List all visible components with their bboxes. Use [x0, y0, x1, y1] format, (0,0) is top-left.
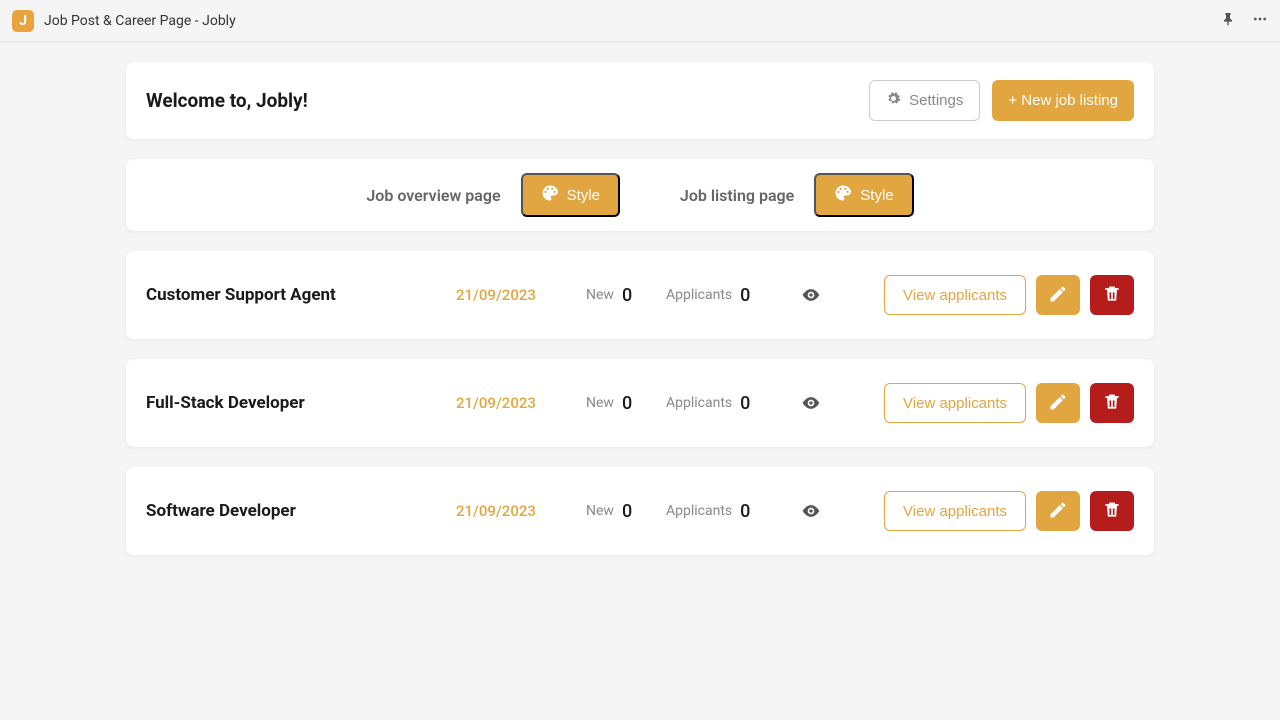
palette-icon: [834, 184, 852, 206]
trash-icon: [1102, 284, 1122, 307]
settings-label: Settings: [909, 92, 963, 109]
visibility-icon[interactable]: [786, 393, 836, 413]
job-row: Software Developer21/09/2023New0Applican…: [126, 467, 1154, 555]
gear-icon: [886, 91, 901, 110]
window-topbar: J Job Post & Career Page - Jobly: [0, 0, 1280, 42]
tabs-card: Job overview page Style Job listing page…: [126, 159, 1154, 231]
job-new-stat: New 0: [586, 501, 666, 522]
stat-new-label: New: [586, 503, 614, 519]
tab-listing-label[interactable]: Job listing page: [680, 186, 794, 205]
edit-button[interactable]: [1036, 275, 1080, 315]
stat-new-value: 0: [622, 501, 632, 522]
pencil-icon: [1048, 500, 1068, 523]
job-title: Software Developer: [146, 501, 456, 521]
job-date: 21/09/2023: [456, 394, 586, 412]
visibility-icon[interactable]: [786, 501, 836, 521]
stat-applicants-label: Applicants: [666, 395, 732, 411]
job-date: 21/09/2023: [456, 286, 586, 304]
palette-icon: [541, 184, 559, 206]
view-applicants-button[interactable]: View applicants: [884, 491, 1026, 531]
header-actions: Settings + New job listing: [869, 80, 1134, 121]
welcome-text: Welcome to, Jobly!: [146, 89, 308, 112]
app-title: Job Post & Career Page - Jobly: [44, 13, 236, 29]
delete-button[interactable]: [1090, 275, 1134, 315]
stat-applicants-label: Applicants: [666, 287, 732, 303]
view-applicants-button[interactable]: View applicants: [884, 275, 1026, 315]
stat-new-label: New: [586, 287, 614, 303]
job-new-stat: New 0: [586, 285, 666, 306]
topbar-left: J Job Post & Career Page - Jobly: [12, 10, 236, 32]
job-title: Customer Support Agent: [146, 285, 456, 305]
topbar-right: [1220, 11, 1268, 31]
job-row: Full-Stack Developer21/09/2023New0Applic…: [126, 359, 1154, 447]
delete-button[interactable]: [1090, 491, 1134, 531]
main-content: Welcome to, Jobly! Settings + New job li…: [0, 42, 1280, 595]
job-row: Customer Support Agent21/09/2023New0Appl…: [126, 251, 1154, 339]
app-icon: J: [12, 10, 34, 32]
pencil-icon: [1048, 284, 1068, 307]
tab-overview-group: Job overview page Style: [366, 173, 620, 217]
trash-icon: [1102, 500, 1122, 523]
pencil-icon: [1048, 392, 1068, 415]
new-job-label: + New job listing: [1008, 92, 1118, 109]
settings-button[interactable]: Settings: [869, 80, 980, 121]
stat-applicants-label: Applicants: [666, 503, 732, 519]
job-title: Full-Stack Developer: [146, 393, 456, 413]
stat-applicants-value: 0: [740, 393, 750, 414]
header-card: Welcome to, Jobly! Settings + New job li…: [126, 62, 1154, 139]
style-label: Style: [860, 187, 893, 204]
job-applicants-stat: Applicants 0: [666, 285, 786, 306]
delete-button[interactable]: [1090, 383, 1134, 423]
trash-icon: [1102, 392, 1122, 415]
jobs-list: Customer Support Agent21/09/2023New0Appl…: [126, 251, 1154, 575]
stat-new-value: 0: [622, 285, 632, 306]
style-label: Style: [567, 187, 600, 204]
style-listing-button[interactable]: Style: [814, 173, 913, 217]
tab-listing-group: Job listing page Style: [680, 173, 914, 217]
stat-new-label: New: [586, 395, 614, 411]
job-actions: View applicants: [884, 491, 1134, 531]
edit-button[interactable]: [1036, 383, 1080, 423]
app-icon-letter: J: [19, 13, 27, 29]
job-actions: View applicants: [884, 383, 1134, 423]
stat-applicants-value: 0: [740, 501, 750, 522]
job-new-stat: New 0: [586, 393, 666, 414]
pin-icon[interactable]: [1220, 11, 1236, 31]
view-applicants-button[interactable]: View applicants: [884, 383, 1026, 423]
more-icon[interactable]: [1252, 11, 1268, 31]
job-actions: View applicants: [884, 275, 1134, 315]
stat-new-value: 0: [622, 393, 632, 414]
tab-overview-label[interactable]: Job overview page: [366, 186, 500, 205]
job-applicants-stat: Applicants 0: [666, 501, 786, 522]
style-overview-button[interactable]: Style: [521, 173, 620, 217]
job-applicants-stat: Applicants 0: [666, 393, 786, 414]
stat-applicants-value: 0: [740, 285, 750, 306]
job-date: 21/09/2023: [456, 502, 586, 520]
edit-button[interactable]: [1036, 491, 1080, 531]
visibility-icon[interactable]: [786, 285, 836, 305]
new-job-button[interactable]: + New job listing: [992, 80, 1134, 121]
